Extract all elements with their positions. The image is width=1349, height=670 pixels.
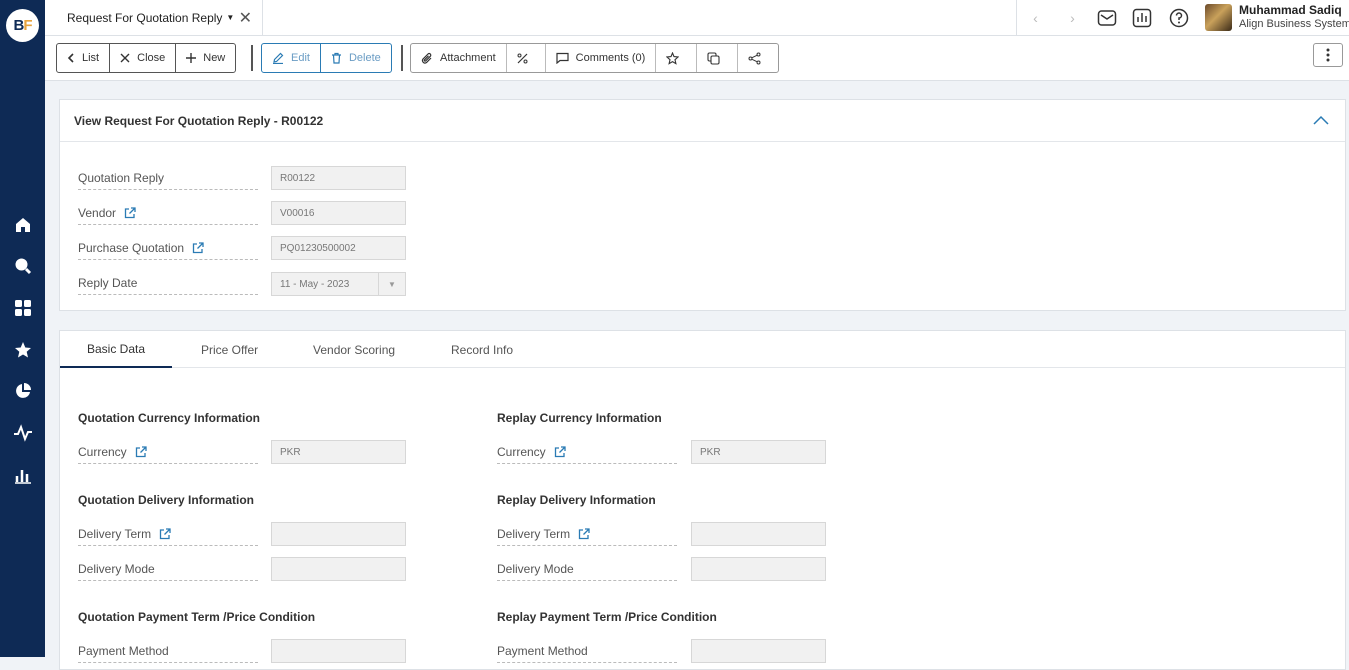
reply-date-field[interactable]: 11 - May - 2023 ▼ xyxy=(271,272,406,296)
attachment-button[interactable]: Attachment xyxy=(411,44,507,72)
replay-currency-field[interactable]: PKR xyxy=(691,440,826,464)
page-title: View Request For Quotation Reply - R0012… xyxy=(60,100,1345,142)
previous-arrow-icon[interactable]: ‹ xyxy=(1033,10,1038,26)
details-card: Basic Data Price Offer Vendor Scoring Re… xyxy=(59,330,1346,670)
purchase-quotation-field[interactable]: PQ01230500002 xyxy=(271,236,406,260)
app-logo[interactable]: BF xyxy=(6,9,39,42)
list-button[interactable]: List xyxy=(57,44,111,72)
external-link-icon[interactable] xyxy=(124,206,136,219)
navigation-button-group: List Close New xyxy=(56,43,237,73)
home-icon[interactable] xyxy=(12,214,33,235)
quotation-payment-method-label: Payment Method xyxy=(78,639,258,663)
copy-icon[interactable] xyxy=(697,44,739,72)
bar-chart-icon[interactable] xyxy=(12,464,33,485)
replay-currency-label: Currency xyxy=(497,440,677,464)
delete-button[interactable]: Delete xyxy=(321,44,391,72)
external-link-icon[interactable] xyxy=(578,527,590,540)
quotation-currency-label: Currency xyxy=(78,440,258,464)
reply-date-label: Reply Date xyxy=(78,271,258,295)
quotation-delivery-heading: Quotation Delivery Information xyxy=(78,493,255,507)
edit-button[interactable]: Edit xyxy=(262,44,321,72)
comments-button[interactable]: Comments (0) xyxy=(546,44,657,72)
avatar[interactable] xyxy=(1205,4,1232,31)
report-icon[interactable] xyxy=(1131,7,1153,29)
user-organization: Align Business Systems xyxy=(1239,18,1349,30)
record-actions-group: Attachment Comments (0) xyxy=(410,43,780,73)
chevron-down-icon[interactable]: ▼ xyxy=(378,273,405,295)
edit-delete-button-group: Edit Delete xyxy=(261,43,392,73)
record-navigation: ‹ › xyxy=(1016,0,1091,35)
new-button[interactable]: New xyxy=(176,44,235,72)
purchase-quotation-label: Purchase Quotation xyxy=(78,236,258,260)
quotation-reply-label: Quotation Reply xyxy=(78,166,258,190)
tab-vendor-scoring[interactable]: Vendor Scoring xyxy=(313,331,395,368)
left-rail: BF xyxy=(0,0,45,657)
mail-icon[interactable] xyxy=(1096,7,1118,29)
vendor-field[interactable]: V00016 xyxy=(271,201,406,225)
tab-basic-data[interactable]: Basic Data xyxy=(60,331,172,368)
vendor-label: Vendor xyxy=(78,201,258,225)
external-link-icon[interactable] xyxy=(192,241,204,254)
user-name[interactable]: Muhammad Sadiq xyxy=(1239,3,1342,17)
replay-payment-method-field[interactable] xyxy=(691,639,826,663)
help-icon[interactable] xyxy=(1168,7,1190,29)
tab-bar: Basic Data Price Offer Vendor Scoring Re… xyxy=(60,331,1345,368)
toolbar-divider xyxy=(251,45,253,71)
chevron-down-icon[interactable]: ▼ xyxy=(226,13,234,22)
close-button[interactable]: Close xyxy=(110,44,177,72)
replay-delivery-mode-field[interactable] xyxy=(691,557,826,581)
next-arrow-icon[interactable]: › xyxy=(1070,10,1075,26)
toolbar-divider xyxy=(401,45,403,71)
replay-delivery-term-label: Delivery Term xyxy=(497,522,677,546)
search-icon[interactable] xyxy=(12,255,33,276)
apps-grid-icon[interactable] xyxy=(12,297,33,318)
external-link-icon[interactable] xyxy=(135,445,147,458)
quotation-delivery-term-label: Delivery Term xyxy=(78,522,258,546)
activity-icon[interactable] xyxy=(12,422,33,443)
share-icon[interactable] xyxy=(738,44,778,72)
top-bar: Request For Quotation Reply ▼ ✕ ‹ › Muha… xyxy=(45,0,1349,36)
quotation-payment-heading: Quotation Payment Term /Price Condition xyxy=(78,610,316,624)
percent-button[interactable] xyxy=(507,44,546,72)
quotation-currency-field[interactable]: PKR xyxy=(271,440,406,464)
quotation-currency-heading: Quotation Currency Information xyxy=(78,411,261,425)
quotation-delivery-term-field[interactable] xyxy=(271,522,406,546)
record-header-card: View Request For Quotation Reply - R0012… xyxy=(59,99,1346,311)
quotation-delivery-mode-field[interactable] xyxy=(271,557,406,581)
quotation-payment-method-field[interactable] xyxy=(271,639,406,663)
close-icon[interactable]: ✕ xyxy=(239,8,252,28)
replay-delivery-mode-label: Delivery Mode xyxy=(497,557,677,581)
collapse-icon[interactable] xyxy=(1313,114,1329,128)
star-icon[interactable] xyxy=(12,339,33,360)
quotation-delivery-mode-label: Delivery Mode xyxy=(78,557,258,581)
external-link-icon[interactable] xyxy=(554,445,566,458)
more-options-icon[interactable] xyxy=(1313,43,1343,67)
pie-chart-icon[interactable] xyxy=(12,380,33,401)
replay-payment-method-label: Payment Method xyxy=(497,639,677,663)
tab-record-info[interactable]: Record Info xyxy=(451,331,513,368)
tab-price-offer[interactable]: Price Offer xyxy=(201,331,258,368)
external-link-icon[interactable] xyxy=(159,527,171,540)
action-toolbar: List Close New Edit Delete Attachment Co… xyxy=(45,36,1349,81)
replay-delivery-term-field[interactable] xyxy=(691,522,826,546)
tab-title: Request For Quotation Reply xyxy=(67,10,223,25)
favorite-star-icon[interactable] xyxy=(656,44,698,72)
replay-delivery-heading: Replay Delivery Information xyxy=(497,493,656,507)
quotation-reply-field[interactable]: R00122 xyxy=(271,166,406,190)
replay-currency-heading: Replay Currency Information xyxy=(497,411,662,425)
replay-payment-heading: Replay Payment Term /Price Condition xyxy=(497,610,717,624)
tab-request-for-quotation-reply[interactable]: Request For Quotation Reply ▼ ✕ xyxy=(45,0,263,35)
